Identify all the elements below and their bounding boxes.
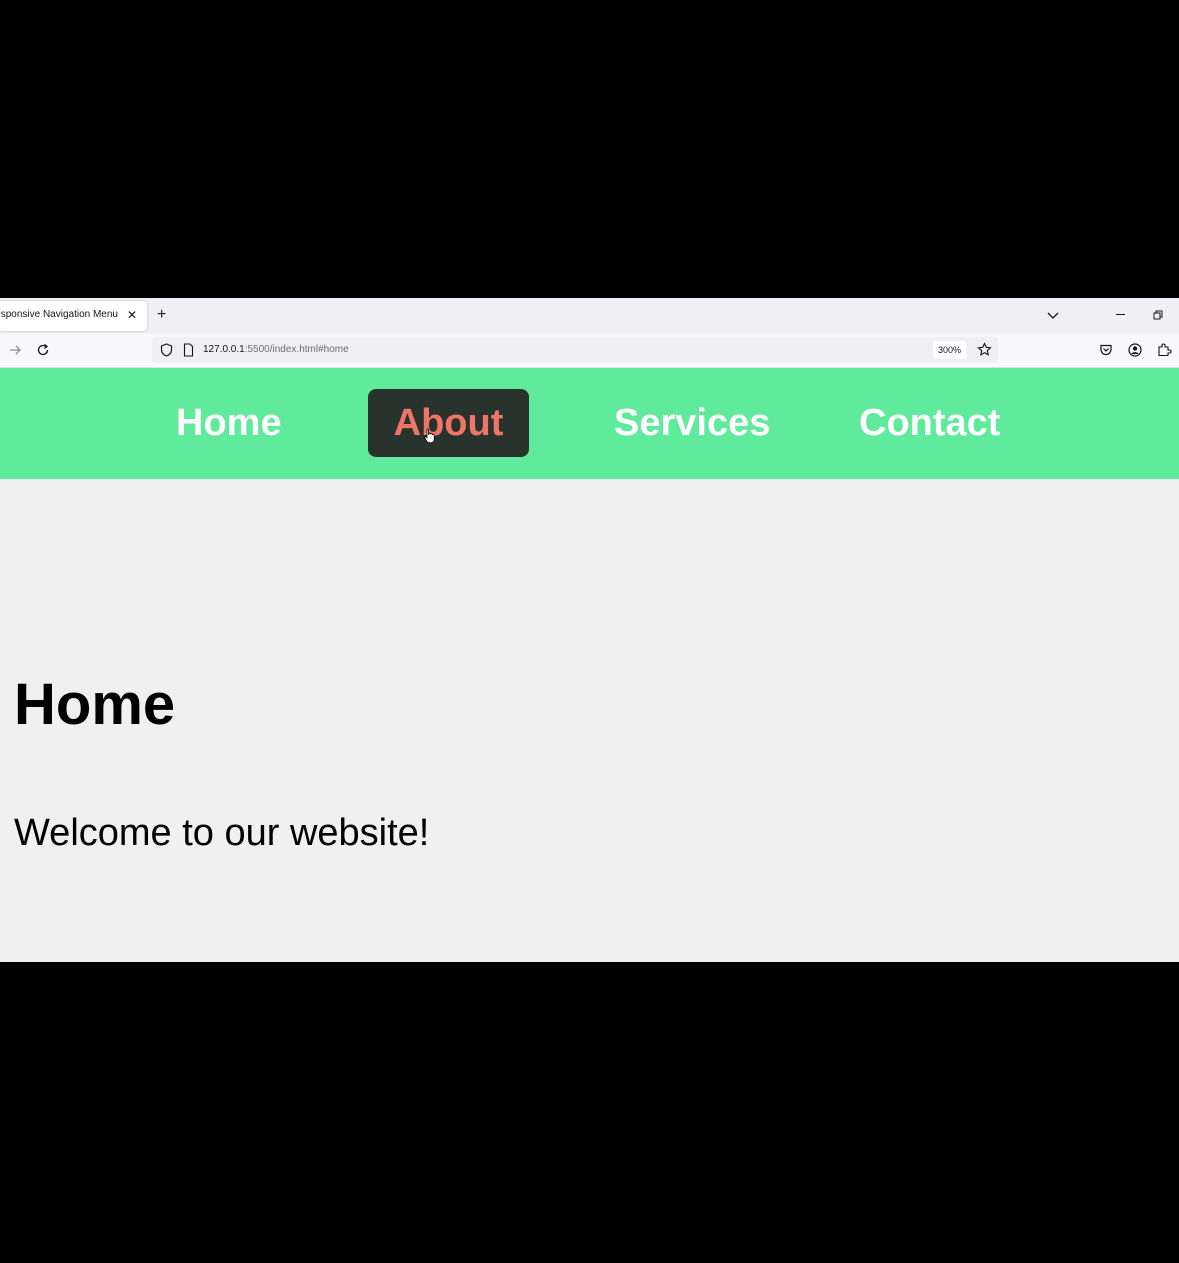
minimize-icon[interactable] xyxy=(1116,314,1125,315)
nav-link-services[interactable]: Services xyxy=(590,389,794,457)
restore-icon[interactable] xyxy=(1153,310,1163,320)
site-navigation-bar: Home About Services Contact xyxy=(0,368,1179,479)
tab-active[interactable]: Responsive Navigation Menu ✕ xyxy=(0,301,147,331)
tab-bar: Responsive Navigation Menu ✕ + xyxy=(0,298,1179,334)
bookmark-star-icon[interactable] xyxy=(977,342,992,357)
reload-icon[interactable] xyxy=(36,343,50,357)
nav-link-about[interactable]: About xyxy=(368,389,529,457)
pocket-icon[interactable] xyxy=(1099,343,1113,357)
address-bar[interactable]: 127.0.0.1:5500/index.html#home 300% xyxy=(152,337,998,363)
section-text: Welcome to our website! xyxy=(14,812,430,854)
forward-icon[interactable] xyxy=(8,343,22,357)
tracking-shield-icon[interactable] xyxy=(160,343,173,357)
zoom-level-badge[interactable]: 300% xyxy=(933,341,967,359)
url-text[interactable]: 127.0.0.1:5500/index.html#home xyxy=(203,344,349,355)
browser-window: Responsive Navigation Menu ✕ + 127.0.0.1… xyxy=(0,298,1179,962)
hand-pointer-cursor-icon xyxy=(424,428,435,444)
account-icon[interactable] xyxy=(1128,343,1142,357)
new-tab-icon[interactable]: + xyxy=(157,307,166,323)
nav-link-home[interactable]: Home xyxy=(152,389,306,457)
page-info-icon[interactable] xyxy=(183,343,194,357)
tab-close-icon[interactable]: ✕ xyxy=(127,307,137,323)
list-tabs-chevron-icon[interactable] xyxy=(1046,308,1060,322)
navigation-toolbar: 127.0.0.1:5500/index.html#home 300% xyxy=(0,334,1179,368)
extensions-puzzle-icon[interactable] xyxy=(1157,342,1172,357)
nav-link-contact[interactable]: Contact xyxy=(835,389,1024,457)
tab-title: Responsive Navigation Menu xyxy=(0,309,118,320)
section-title: Home xyxy=(14,672,176,737)
